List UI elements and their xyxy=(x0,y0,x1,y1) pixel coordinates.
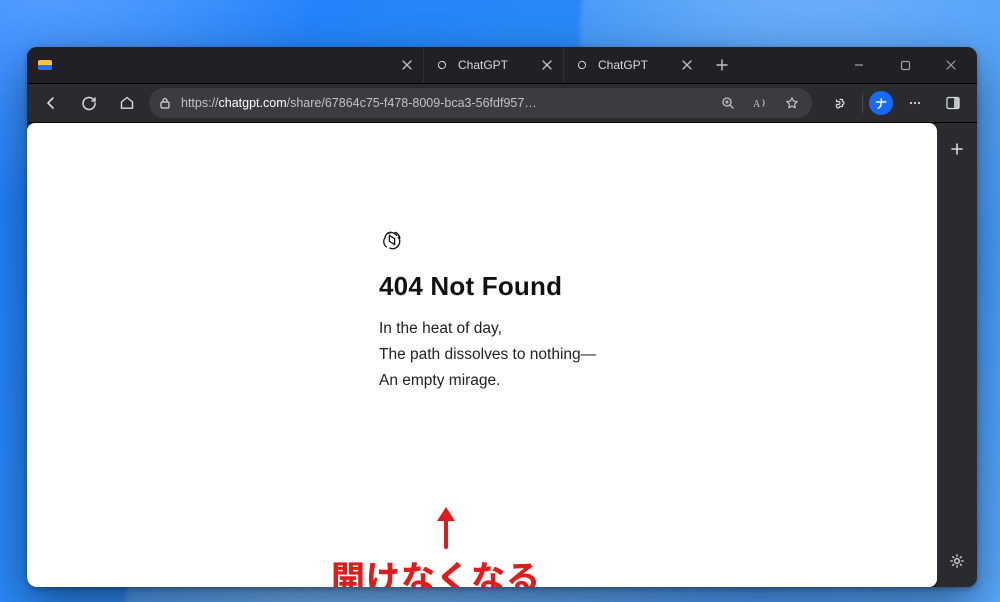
toolbar-right: ナ xyxy=(824,87,969,119)
tab-label: ChatGPT xyxy=(458,58,529,72)
favorite-icon[interactable] xyxy=(780,91,804,115)
address-bar[interactable]: https://chatgpt.com/share/67864c75-f478-… xyxy=(149,88,812,118)
annotation-text: 開けなくなる xyxy=(331,551,541,587)
extensions-icon[interactable] xyxy=(824,87,856,119)
window-controls xyxy=(837,49,977,81)
url-text: https://chatgpt.com/share/67864c75-f478-… xyxy=(181,96,708,110)
error-heading: 404 Not Found xyxy=(379,271,596,302)
sidebar-toggle-icon[interactable] xyxy=(937,87,969,119)
read-aloud-icon[interactable]: A xyxy=(748,91,772,115)
openai-icon xyxy=(574,57,590,73)
navigation-toolbar: https://chatgpt.com/share/67864c75-f478-… xyxy=(27,83,977,123)
url-path: /share/67864c75-f478-8009-bca3-56fdf957… xyxy=(287,96,537,110)
maximize-button[interactable] xyxy=(883,49,927,81)
error-line-1: In the heat of day, xyxy=(379,316,596,342)
close-icon[interactable] xyxy=(537,55,557,75)
minimize-button[interactable] xyxy=(837,49,881,81)
svg-text:A: A xyxy=(753,99,761,110)
annotation-arrow-icon xyxy=(433,503,459,549)
error-block: 404 Not Found In the heat of day, The pa… xyxy=(379,227,596,587)
webpage-view: 404 Not Found In the heat of day, The pa… xyxy=(27,123,937,587)
openai-icon xyxy=(434,57,450,73)
sidebar-add-icon[interactable] xyxy=(941,133,973,165)
edge-sidebar xyxy=(937,123,977,587)
settings-icon[interactable] xyxy=(941,545,973,577)
tab-2[interactable]: ChatGPT xyxy=(423,47,563,83)
error-line-2: The path dissolves to nothing— xyxy=(379,342,596,368)
more-icon[interactable] xyxy=(899,87,931,119)
openai-icon xyxy=(379,227,405,253)
separator xyxy=(862,93,863,113)
window-close-button[interactable] xyxy=(929,49,973,81)
home-button[interactable] xyxy=(111,87,143,119)
window-icon xyxy=(27,60,63,70)
tab-label: ChatGPT xyxy=(598,58,669,72)
error-line-3: An empty mirage. xyxy=(379,368,596,394)
url-host: chatgpt.com xyxy=(219,96,287,110)
avatar-initial: ナ xyxy=(875,95,887,112)
refresh-button[interactable] xyxy=(73,87,105,119)
profile-avatar[interactable]: ナ xyxy=(869,91,893,115)
browser-window: ChatGPT ChatGPT xyxy=(27,47,977,587)
back-button[interactable] xyxy=(35,87,67,119)
tab-3[interactable]: ChatGPT xyxy=(563,47,703,83)
lock-icon xyxy=(157,95,173,111)
close-icon[interactable] xyxy=(397,55,417,75)
tab-strip: ChatGPT ChatGPT xyxy=(63,47,837,83)
title-bar: ChatGPT ChatGPT xyxy=(27,47,977,83)
zoom-icon[interactable] xyxy=(716,91,740,115)
badge-icon xyxy=(38,60,52,70)
close-icon[interactable] xyxy=(677,55,697,75)
tab-1[interactable] xyxy=(63,47,423,83)
content-area: 404 Not Found In the heat of day, The pa… xyxy=(27,123,977,587)
new-tab-button[interactable] xyxy=(707,50,737,80)
url-scheme: https:// xyxy=(181,96,219,110)
